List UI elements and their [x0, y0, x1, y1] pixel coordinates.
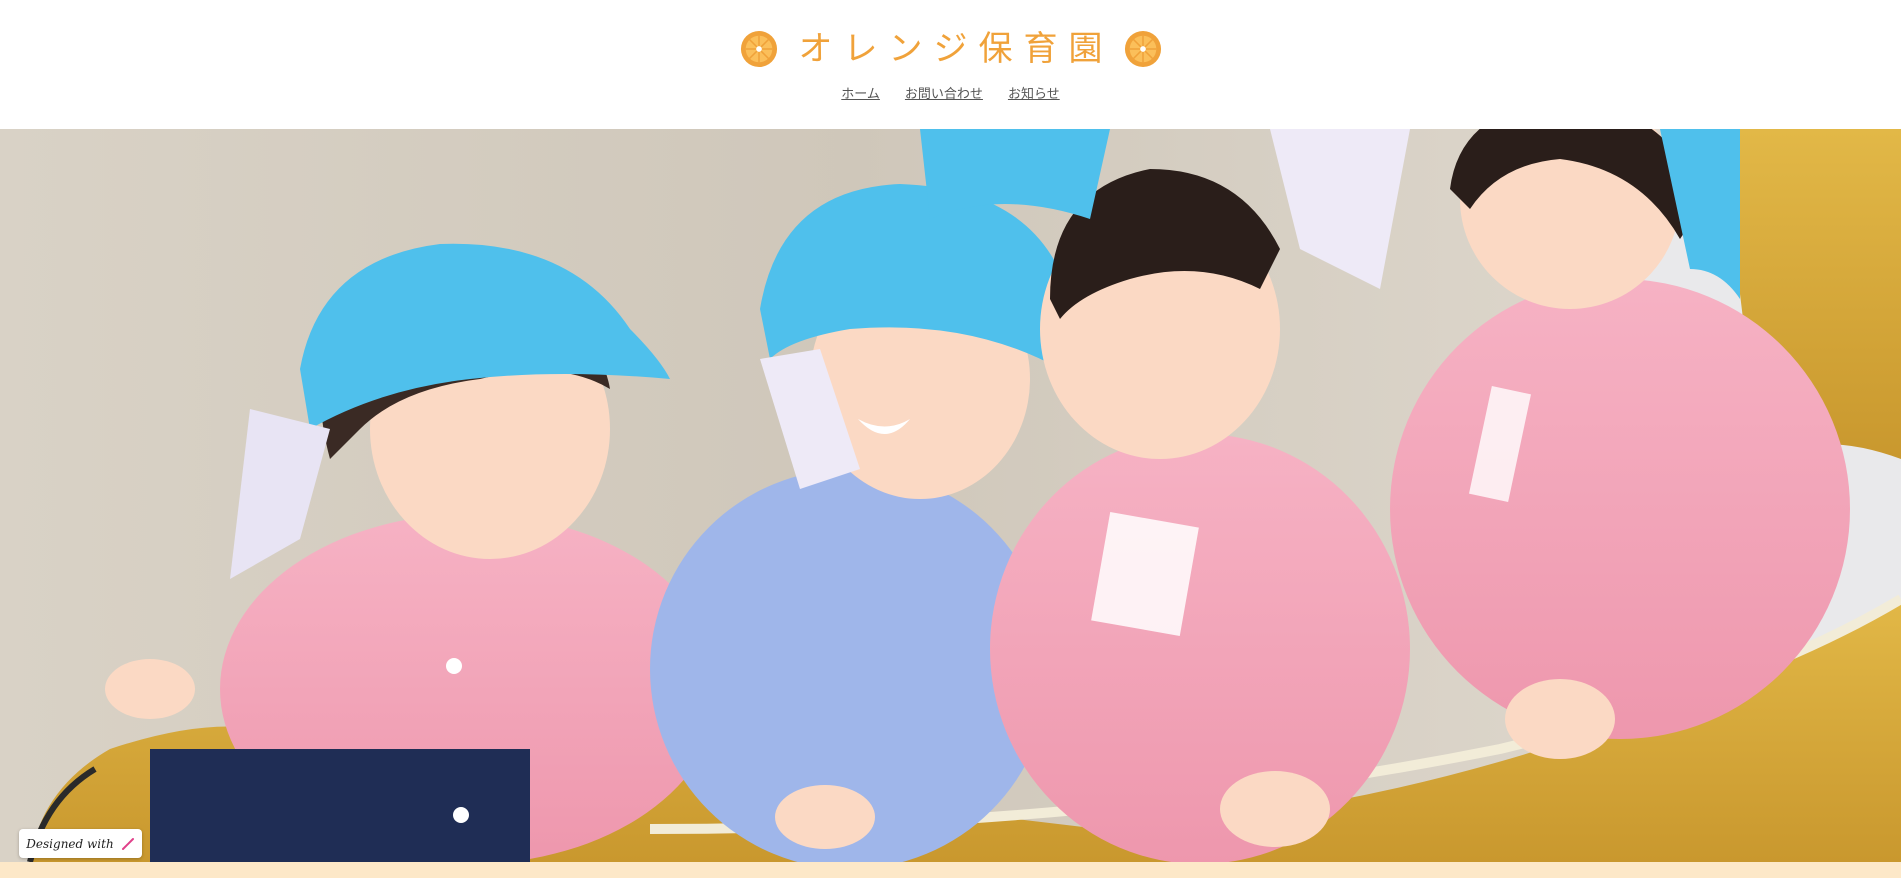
badge-text: Designed with [26, 836, 114, 851]
hero-photo [0, 129, 1901, 862]
orange-slice-icon [1124, 30, 1161, 68]
nav-item-contact[interactable]: お問い合わせ [905, 84, 983, 106]
main-nav: ホーム お問い合わせ お知らせ [0, 84, 1901, 106]
site-header: オレンジ保育園 ホーム お問い合わせ お知らせ [0, 0, 1901, 129]
nav-item-news[interactable]: お知らせ [1008, 84, 1060, 106]
pen-icon [121, 837, 134, 850]
footer-strip [0, 862, 1901, 878]
designed-with-badge[interactable]: Designed with [19, 829, 142, 858]
site-logo[interactable]: オレンジ保育園 [0, 27, 1901, 71]
site-title: オレンジ保育園 [798, 29, 1114, 69]
nav-item-home[interactable]: ホーム [841, 84, 880, 106]
orange-slice-icon [740, 30, 777, 68]
hero-image [0, 129, 1901, 862]
